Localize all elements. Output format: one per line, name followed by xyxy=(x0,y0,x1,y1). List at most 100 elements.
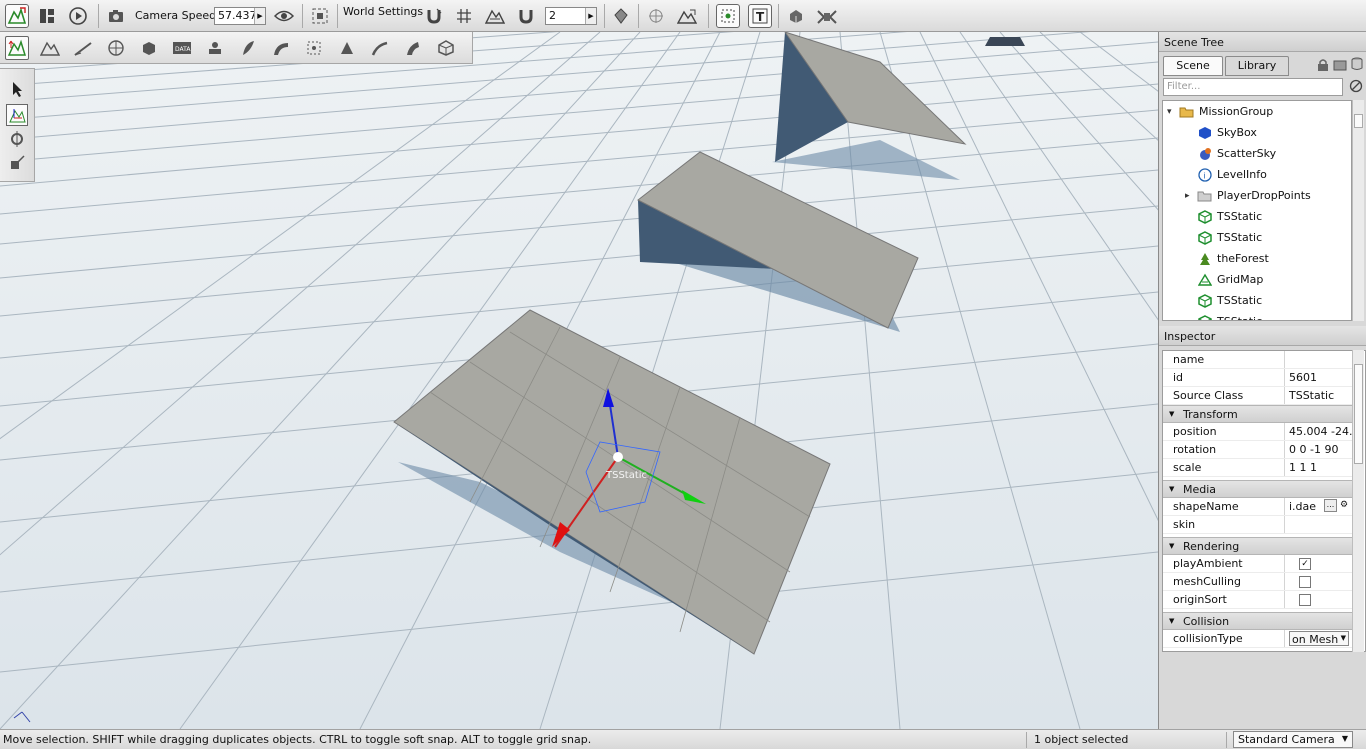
field-skin[interactable]: skin xyxy=(1163,516,1353,534)
mesh-road-editor-icon[interactable] xyxy=(302,36,326,60)
new-group-icon[interactable] xyxy=(1333,59,1347,74)
field-value[interactable]: 0 0 -1 90 xyxy=(1284,441,1353,458)
move-gizmo-icon[interactable] xyxy=(6,104,28,126)
inspector-panel[interactable]: name id 5601 Source Class TSStatic ▼ Transf… xyxy=(1162,350,1366,652)
visibility-eye-icon[interactable] xyxy=(272,4,296,28)
collapse-icon[interactable]: ▼ xyxy=(1169,617,1174,625)
soft-snap-magnet-icon[interactable] xyxy=(514,4,538,28)
grid-snap-icon[interactable] xyxy=(452,4,476,28)
field-label: position xyxy=(1173,425,1217,438)
origin-sort-checkbox[interactable] xyxy=(1299,594,1311,606)
collision-type-select[interactable]: on Mesh ▼ xyxy=(1289,631,1349,646)
scale-gizmo-icon[interactable] xyxy=(6,152,28,174)
rotate-icon[interactable] xyxy=(675,4,699,28)
field-value[interactable]: i.dae xyxy=(1284,498,1324,515)
field-value[interactable]: 45.004 -24.9 xyxy=(1284,423,1353,440)
group-transform[interactable]: ▼ Transform xyxy=(1163,405,1353,423)
gui-editor-icon[interactable] xyxy=(35,4,59,28)
browse-button[interactable]: ... xyxy=(1324,499,1337,512)
field-value[interactable]: 1 1 1 xyxy=(1284,459,1353,476)
tab-scene[interactable]: Scene xyxy=(1163,56,1223,76)
expander-icon[interactable]: ▾ xyxy=(1167,107,1179,117)
scene-render[interactable]: TSStatic xyxy=(0,32,1158,729)
camera-mode-select[interactable]: Standard Camera ▼ xyxy=(1233,731,1353,748)
tree-item[interactable]: ▸ PlayerDropPoints xyxy=(1163,185,1351,206)
rotate-gizmo-icon[interactable] xyxy=(6,128,28,150)
scene-tree[interactable]: ▾ MissionGroup SkyBox ScatterSky i LevelInfo ▸… xyxy=(1162,100,1352,321)
decal-editor-icon[interactable] xyxy=(203,36,227,60)
object-center-icon[interactable] xyxy=(609,4,633,28)
shape-editor-icon[interactable] xyxy=(401,36,425,60)
camera-icon[interactable] xyxy=(104,4,128,28)
world-settings-label[interactable]: World Settings xyxy=(343,5,423,18)
tree-item[interactable]: TSStatic xyxy=(1163,227,1351,248)
world-axis-icon[interactable] xyxy=(644,4,668,28)
select-box-icon[interactable] xyxy=(716,4,740,28)
expander-icon[interactable]: ▸ xyxy=(1185,191,1197,201)
mission-area-icon[interactable] xyxy=(104,36,128,60)
tree-scrollbar[interactable] xyxy=(1352,100,1364,321)
tree-item[interactable]: SkyBox xyxy=(1163,122,1351,143)
group-media[interactable]: ▼ Media xyxy=(1163,480,1353,498)
lock-icon[interactable] xyxy=(1317,58,1329,75)
tree-item[interactable]: ScatterSky xyxy=(1163,143,1351,164)
field-name[interactable]: name xyxy=(1163,351,1353,369)
forest-editor-icon[interactable] xyxy=(137,36,161,60)
spin-right-icon[interactable]: ▶ xyxy=(585,8,596,24)
field-position[interactable]: position 45.004 -24.9 xyxy=(1163,423,1353,441)
snap-size-input[interactable]: 2 ▶ xyxy=(545,7,597,25)
collapse-icon[interactable]: ▼ xyxy=(1169,542,1174,550)
object-editor-icon[interactable] xyxy=(5,36,29,60)
tree-item[interactable]: TSStatic xyxy=(1163,206,1351,227)
field-rotation[interactable]: rotation 0 0 -1 90 xyxy=(1163,441,1353,459)
field-shape-name[interactable]: shapeName i.dae ... ⚙ xyxy=(1163,498,1353,516)
3d-viewport[interactable]: TSStatic xyxy=(0,32,1158,729)
field-collision-type[interactable]: collisionType on Mesh ▼ xyxy=(1163,630,1353,648)
terrain-editor-icon[interactable] xyxy=(38,36,62,60)
terrain-painter-icon[interactable] xyxy=(71,36,95,60)
convex-editor-icon[interactable] xyxy=(335,36,359,60)
tree-item[interactable]: GridMap xyxy=(1163,269,1351,290)
tree-scroll-thumb[interactable] xyxy=(1354,114,1363,128)
select-arrow-icon[interactable] xyxy=(6,78,28,100)
collapse-icon[interactable]: ▼ xyxy=(1169,410,1174,418)
camera-speed-input[interactable]: 57.437 ▶ xyxy=(214,7,266,25)
navmesh-editor-icon[interactable] xyxy=(434,36,458,60)
datablock-editor-icon[interactable]: DATA xyxy=(170,36,194,60)
particle-editor-icon[interactable] xyxy=(368,36,392,60)
group-label: Rendering xyxy=(1183,540,1240,553)
tree-item[interactable]: TSStatic xyxy=(1163,311,1351,320)
river-editor-icon[interactable] xyxy=(236,36,260,60)
inspector-scroll-thumb[interactable] xyxy=(1354,364,1363,464)
edit-shape-icon[interactable]: ⚙ xyxy=(1340,500,1348,510)
group-collision[interactable]: ▼ Collision xyxy=(1163,612,1353,630)
tree-item[interactable]: ▾ MissionGroup xyxy=(1163,101,1351,122)
terrain-snap-icon[interactable] xyxy=(483,4,507,28)
tree-item[interactable]: TSStatic xyxy=(1163,290,1351,311)
field-value[interactable]: on Mesh ▼ xyxy=(1284,630,1353,647)
text-label-icon[interactable]: T xyxy=(748,4,772,28)
tree-filter-input[interactable]: Filter... xyxy=(1163,78,1343,96)
collapse-icon[interactable]: ▼ xyxy=(1169,485,1174,493)
prefab-icon[interactable] xyxy=(815,4,839,28)
database-icon[interactable] xyxy=(1351,57,1363,74)
field-value[interactable] xyxy=(1284,351,1353,368)
drop-icon[interactable] xyxy=(784,4,808,28)
field-scale[interactable]: scale 1 1 1 xyxy=(1163,459,1353,477)
spin-right-icon[interactable]: ▶ xyxy=(254,8,265,24)
scattersky-icon xyxy=(1197,146,1213,162)
tab-library[interactable]: Library xyxy=(1225,56,1289,76)
tree-item[interactable]: theForest xyxy=(1163,248,1351,269)
tree-item[interactable]: i LevelInfo xyxy=(1163,164,1351,185)
clear-filter-icon[interactable] xyxy=(1349,79,1363,96)
mesh-culling-checkbox[interactable] xyxy=(1299,576,1311,588)
inspector-scrollbar[interactable] xyxy=(1352,350,1364,652)
road-editor-icon[interactable] xyxy=(269,36,293,60)
world-editor-icon[interactable] xyxy=(5,4,29,28)
fit-selection-icon[interactable] xyxy=(308,4,332,28)
snap-magnet-icon[interactable] xyxy=(422,4,446,28)
field-value[interactable] xyxy=(1284,516,1353,533)
play-ambient-checkbox[interactable]: ✓ xyxy=(1299,558,1311,570)
play-icon[interactable] xyxy=(66,4,90,28)
group-rendering[interactable]: ▼ Rendering xyxy=(1163,537,1353,555)
